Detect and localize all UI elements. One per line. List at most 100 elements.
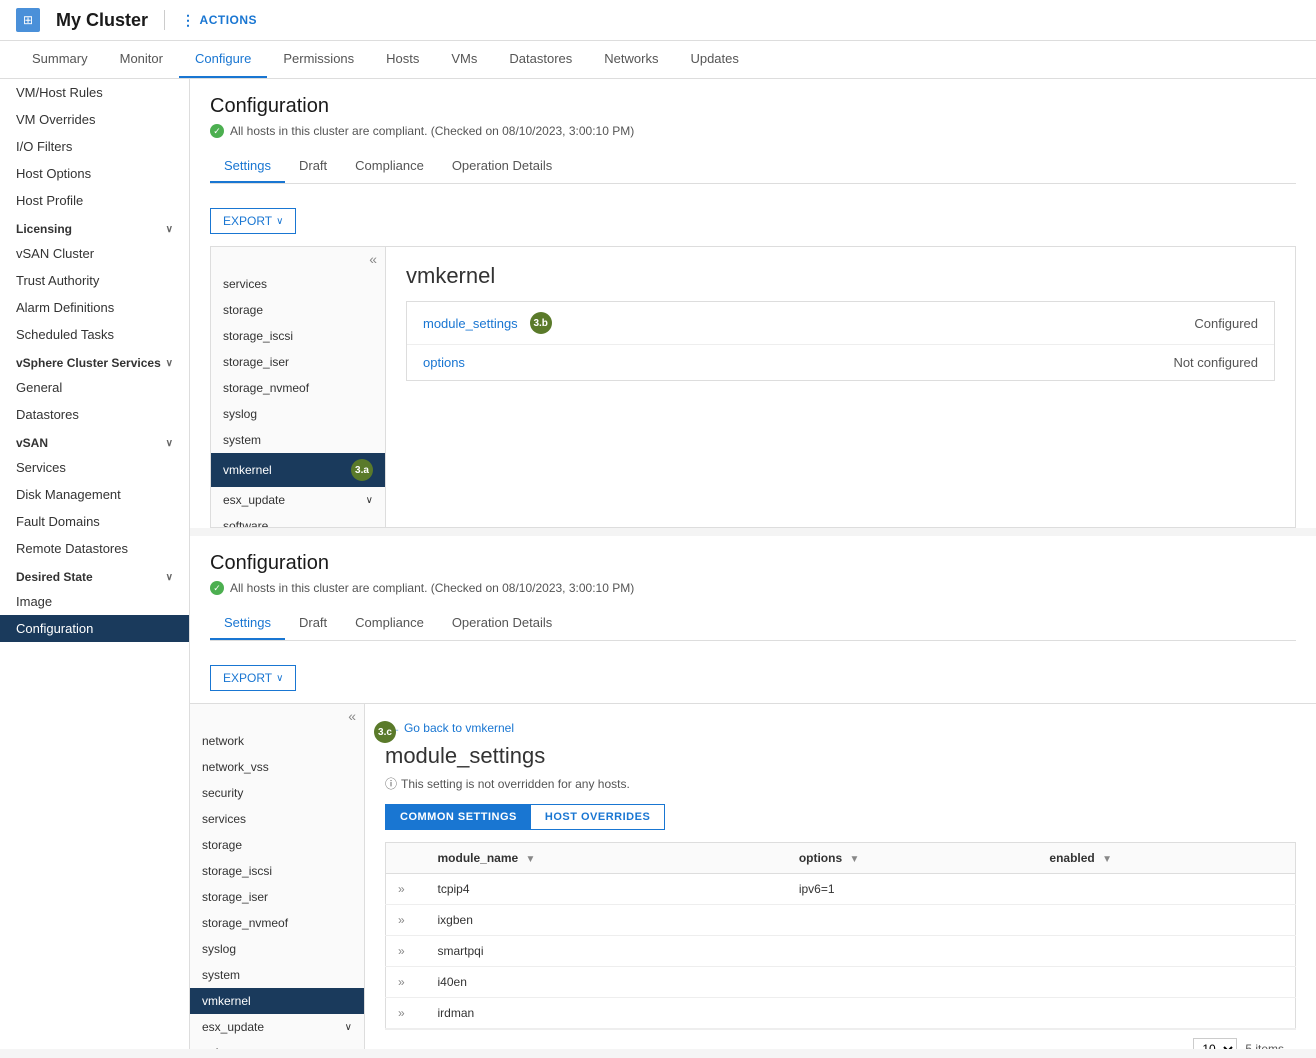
divider (164, 10, 165, 30)
toggle-tabs: COMMON SETTINGS HOST OVERRIDES (385, 804, 665, 830)
sidebar-item-host-profile[interactable]: Host Profile (0, 187, 189, 214)
sub-tab-draft-top[interactable]: Draft (285, 150, 341, 183)
sidebar-item-scheduled-tasks[interactable]: Scheduled Tasks (0, 321, 189, 348)
tree-item-software-bottom[interactable]: software (190, 1040, 364, 1049)
tree-item-network-bottom[interactable]: network (190, 728, 364, 754)
tree-collapse-btn-bottom[interactable]: « (190, 704, 364, 728)
tree-item-system-bottom[interactable]: system (190, 962, 364, 988)
sort-icon-enabled[interactable]: ▼ (1102, 854, 1112, 865)
tree-item-software-top[interactable]: software (211, 513, 385, 527)
tab-updates[interactable]: Updates (674, 41, 754, 78)
sidebar-section-vsphere-cluster-services[interactable]: vSphere Cluster Services ∨ (0, 348, 189, 374)
export-button-top[interactable]: EXPORT ∨ (210, 208, 296, 234)
sidebar-item-io-filters[interactable]: I/O Filters (0, 133, 189, 160)
tab-configure[interactable]: Configure (179, 41, 267, 78)
sub-tab-compliance-top[interactable]: Compliance (341, 150, 438, 183)
sidebar-item-disk-management[interactable]: Disk Management (0, 481, 189, 508)
cell-module-name-ixgben: ixgben (426, 905, 787, 936)
tree-collapse-btn-top[interactable]: « (211, 247, 385, 271)
sub-tab-settings-bottom[interactable]: Settings (210, 607, 285, 640)
tree-item-services-bottom[interactable]: services (190, 806, 364, 832)
sub-tab-operation-details-top[interactable]: Operation Details (438, 150, 566, 183)
sidebar-item-vsan-cluster[interactable]: vSAN Cluster (0, 240, 189, 267)
toggle-host-overrides[interactable]: HOST OVERRIDES (531, 805, 664, 829)
sidebar-section-vsan[interactable]: vSAN ∨ (0, 428, 189, 454)
tree-item-vmkernel-bottom[interactable]: vmkernel (190, 988, 364, 1014)
tree-item-network-vss-bottom[interactable]: network_vss (190, 754, 364, 780)
expand-icon[interactable]: » (398, 913, 405, 927)
chevron-down-icon: ∨ (166, 572, 173, 583)
tree-item-storage-nvmeof-top[interactable]: storage_nvmeof (211, 375, 385, 401)
tree-item-system-top[interactable]: system (211, 427, 385, 453)
sort-icon-module-name[interactable]: ▼ (526, 854, 536, 865)
tree-item-storage-nvmeof-bottom[interactable]: storage_nvmeof (190, 910, 364, 936)
tab-vms[interactable]: VMs (435, 41, 493, 78)
back-to-vmkernel-link[interactable]: ← Go back to vmkernel (389, 721, 514, 735)
sidebar-item-services[interactable]: Services (0, 454, 189, 481)
tree-item-storage-iscsi-top[interactable]: storage_iscsi (211, 323, 385, 349)
tree-item-vmkernel-top[interactable]: vmkernel 3.a (211, 453, 385, 487)
tree-item-syslog-bottom[interactable]: syslog (190, 936, 364, 962)
sidebar-item-datastores[interactable]: Datastores (0, 401, 189, 428)
tree-item-storage-iser-top[interactable]: storage_iser (211, 349, 385, 375)
sort-icon-options[interactable]: ▼ (849, 854, 859, 865)
vmkernel-info-panel-top: vmkernel module_settings 3.b Configured (386, 247, 1295, 527)
tab-networks[interactable]: Networks (588, 41, 674, 78)
toggle-common-settings[interactable]: COMMON SETTINGS (386, 805, 531, 829)
tab-hosts[interactable]: Hosts (370, 41, 435, 78)
sidebar-item-vm-host-rules[interactable]: VM/Host Rules (0, 79, 189, 106)
page-size-select[interactable]: 10 25 50 (1193, 1038, 1237, 1049)
cell-enabled-smartpqi (1037, 936, 1295, 967)
sidebar-item-trust-authority[interactable]: Trust Authority (0, 267, 189, 294)
sub-tabs-top: Settings Draft Compliance Operation Deta… (210, 150, 1296, 184)
cell-options-ixgben (787, 905, 1038, 936)
cell-module-name-tcpip4: tcpip4 (426, 874, 787, 905)
cell-options-smartpqi (787, 936, 1038, 967)
tab-monitor[interactable]: Monitor (104, 41, 179, 78)
expand-icon[interactable]: » (398, 975, 405, 989)
sub-tab-settings-top[interactable]: Settings (210, 150, 285, 183)
tree-item-storage-iser-bottom[interactable]: storage_iser (190, 884, 364, 910)
table-row: » smartpqi (386, 936, 1296, 967)
sub-tab-compliance-bottom[interactable]: Compliance (341, 607, 438, 640)
tree-item-syslog-top[interactable]: syslog (211, 401, 385, 427)
expand-icon[interactable]: » (398, 882, 405, 896)
sub-tabs-bottom: Settings Draft Compliance Operation Deta… (210, 607, 1296, 641)
tree-item-esx-update-bottom[interactable]: esx_update ∨ (190, 1014, 364, 1040)
sidebar-item-remote-datastores[interactable]: Remote Datastores (0, 535, 189, 562)
module-settings-link[interactable]: module_settings 3.b (423, 312, 1194, 334)
second-config-body: « network network_vss security services … (190, 703, 1316, 1049)
sidebar-section-desired-state[interactable]: Desired State ∨ (0, 562, 189, 588)
tree-item-esx-update-top[interactable]: esx_update ∨ (211, 487, 385, 513)
nav-tabs: Summary Monitor Configure Permissions Ho… (0, 41, 1316, 79)
expand-icon[interactable]: » (398, 1006, 405, 1020)
tab-datastores[interactable]: Datastores (493, 41, 588, 78)
cell-options-irdman (787, 998, 1038, 1029)
tree-item-storage-iscsi-bottom[interactable]: storage_iscsi (190, 858, 364, 884)
cell-enabled-i40en (1037, 967, 1295, 998)
tree-item-security-bottom[interactable]: security (190, 780, 364, 806)
sidebar-section-licensing[interactable]: Licensing ∨ (0, 214, 189, 240)
expand-icon[interactable]: » (398, 944, 405, 958)
tree-item-storage-bottom[interactable]: storage (190, 832, 364, 858)
sidebar-item-fault-domains[interactable]: Fault Domains (0, 508, 189, 535)
vmkernel-title: vmkernel (406, 263, 1275, 289)
cluster-icon: ⊞ (16, 8, 40, 32)
sidebar-item-configuration[interactable]: Configuration (0, 615, 189, 642)
sidebar-item-image[interactable]: Image (0, 588, 189, 615)
export-button-bottom[interactable]: EXPORT ∨ (210, 665, 296, 691)
options-link[interactable]: options (423, 355, 1173, 370)
actions-button[interactable]: ⋮ ACTIONS (181, 12, 257, 29)
sub-tab-draft-bottom[interactable]: Draft (285, 607, 341, 640)
sub-tab-operation-details-bottom[interactable]: Operation Details (438, 607, 566, 640)
tab-permissions[interactable]: Permissions (267, 41, 370, 78)
sidebar-item-general[interactable]: General (0, 374, 189, 401)
tree-item-storage-top[interactable]: storage (211, 297, 385, 323)
sidebar-item-host-options[interactable]: Host Options (0, 160, 189, 187)
table-footer: 10 25 50 5 items (385, 1029, 1296, 1049)
sidebar-item-alarm-definitions[interactable]: Alarm Definitions (0, 294, 189, 321)
tab-summary[interactable]: Summary (16, 41, 104, 78)
vmkernel-table: module_settings 3.b Configured options (406, 301, 1275, 381)
tree-item-services-top[interactable]: services (211, 271, 385, 297)
sidebar-item-vm-overrides[interactable]: VM Overrides (0, 106, 189, 133)
